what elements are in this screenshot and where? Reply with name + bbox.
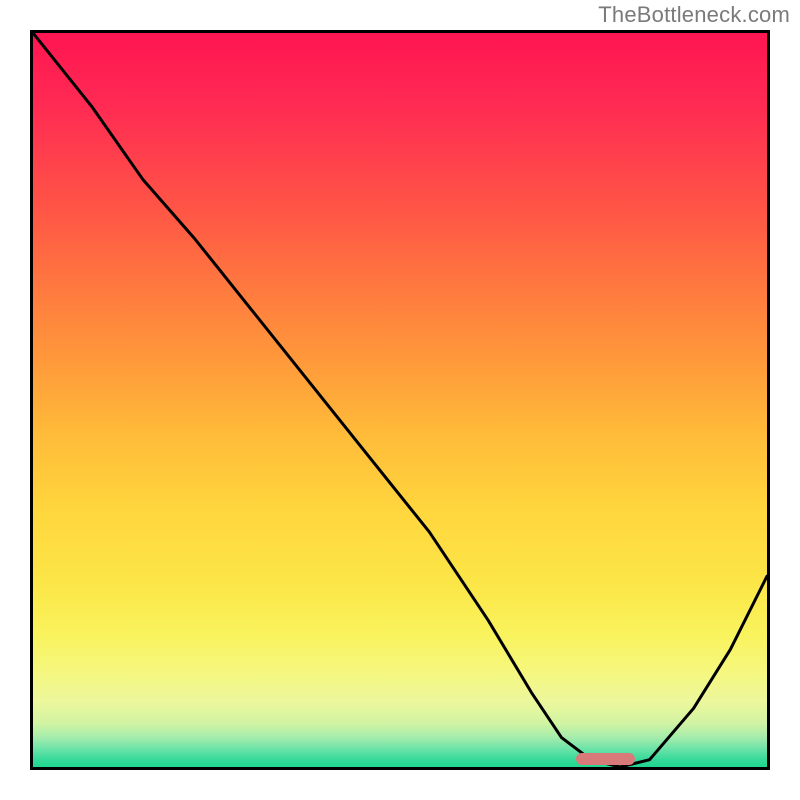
- optimal-range-marker: [576, 753, 635, 765]
- plot-area: [30, 30, 770, 770]
- curve-svg: [33, 33, 767, 767]
- bottleneck-curve: [33, 33, 767, 767]
- chart-canvas: TheBottleneck.com: [0, 0, 800, 800]
- watermark-text: TheBottleneck.com: [598, 2, 790, 28]
